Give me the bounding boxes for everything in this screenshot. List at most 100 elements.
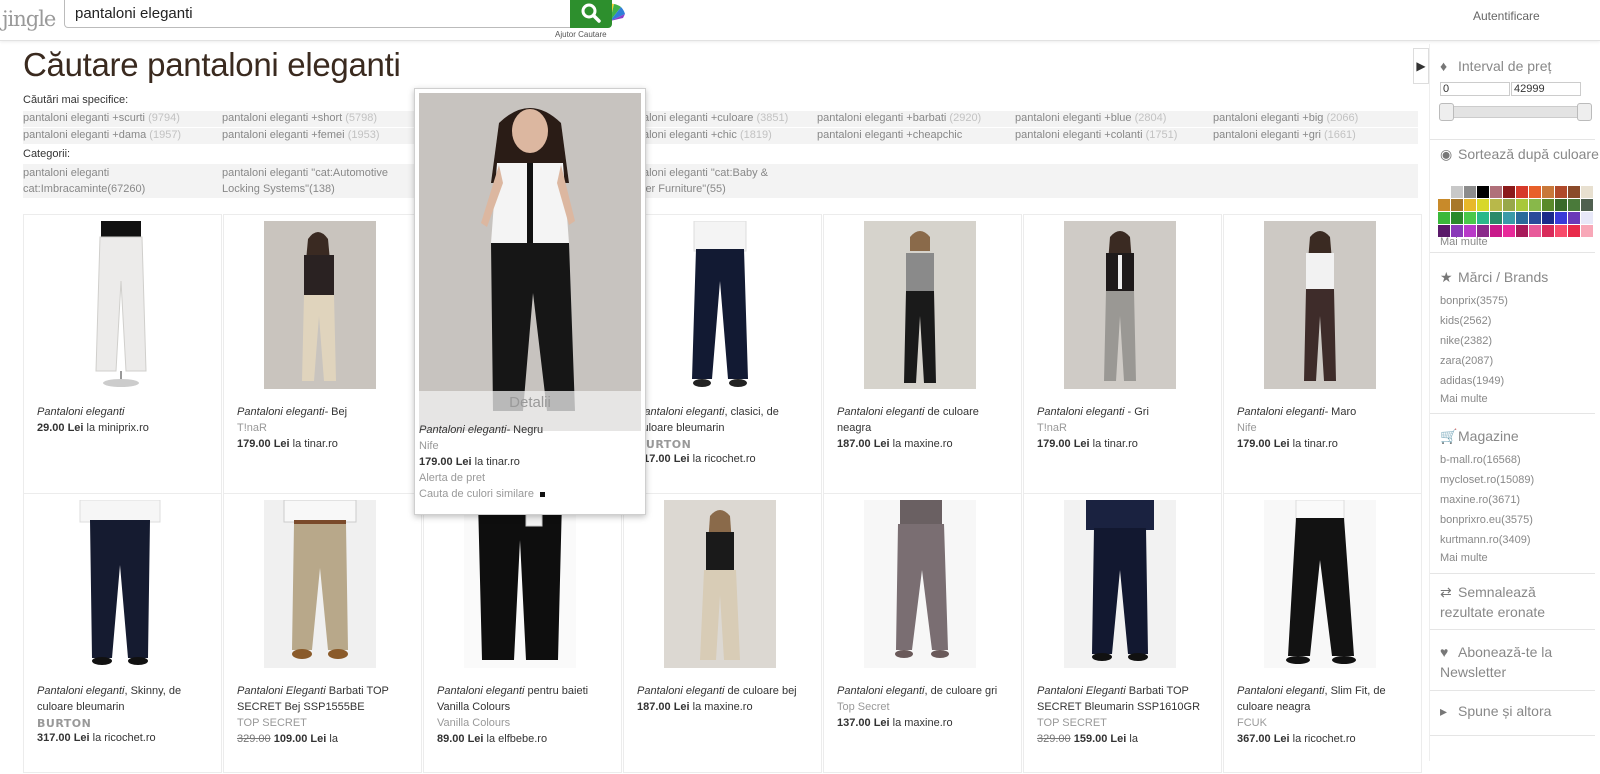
color-swatch[interactable] <box>1503 225 1515 237</box>
product-card[interactable]: Pantaloni eleganti pentru baieti Vanilla… <box>423 493 622 773</box>
shop-link[interactable]: b-mall.ro(16568) <box>1440 454 1521 466</box>
product-image[interactable] <box>1064 221 1176 389</box>
product-title[interactable]: Pantaloni eleganti, Slim Fit, de culoare… <box>1237 683 1412 715</box>
report-errors-link[interactable]: ⇄ Semnalează rezultate eronate <box>1440 582 1590 622</box>
shop-link[interactable]: kurtmann.ro(3409) <box>1440 534 1531 546</box>
color-swatch[interactable] <box>1581 225 1593 237</box>
color-swatch[interactable] <box>1503 212 1515 224</box>
color-swatch[interactable] <box>1542 186 1554 198</box>
color-swatch[interactable] <box>1568 212 1580 224</box>
product-title[interactable]: Pantaloni eleganti - Gri <box>1037 404 1212 420</box>
color-swatch[interactable] <box>1490 186 1502 198</box>
suggestion-link[interactable]: aloni eleganti +chic (1819) <box>643 129 772 141</box>
color-swatch[interactable] <box>1490 199 1502 211</box>
price-alert-link[interactable]: Alerta de pret <box>419 472 485 484</box>
product-title[interactable]: Pantaloni eleganti de culoare neagra <box>837 404 1012 436</box>
shop-link[interactable]: bonprixro.eu(3575) <box>1440 514 1533 526</box>
product-preview-popup[interactable]: Detalii Pantaloni eleganti- Negru Nife 1… <box>414 88 646 515</box>
color-swatch[interactable] <box>1555 199 1567 211</box>
color-swatch[interactable] <box>1477 199 1489 211</box>
color-swatch[interactable] <box>1542 225 1554 237</box>
product-image[interactable] <box>864 221 976 389</box>
color-swatch[interactable] <box>1503 199 1515 211</box>
suggestion-link[interactable]: pantaloni eleganti +scurti (9794) <box>23 112 180 124</box>
product-title[interactable]: Pantaloni Eleganti Barbati TOP SECRET Bl… <box>1037 683 1212 715</box>
search-input[interactable] <box>73 2 507 24</box>
color-swatch[interactable] <box>1516 212 1528 224</box>
suggestion-link[interactable]: pantaloni eleganti +femei (1953) <box>222 129 379 141</box>
product-image[interactable] <box>864 500 976 668</box>
color-swatch[interactable] <box>1464 212 1476 224</box>
suggestion-link[interactable]: pantaloni eleganti +cheapchic <box>817 129 962 141</box>
product-title[interactable]: Pantaloni eleganti- Maro <box>1237 404 1412 420</box>
suggestion-link[interactable]: pantaloni eleganti +big (2066) <box>1213 112 1358 124</box>
colors-more-link[interactable]: Mai multe <box>1440 236 1488 248</box>
product-card[interactable]: Pantaloni eleganti de culoare neagra 187… <box>823 214 1022 494</box>
brand-link[interactable]: nike(2382) <box>1440 335 1492 347</box>
color-swatch[interactable] <box>1477 212 1489 224</box>
product-card[interactable]: Pantaloni eleganti, clasici, de culoare … <box>623 214 822 494</box>
product-card[interactable]: Pantaloni eleganti, de culoare gri Top S… <box>823 493 1022 773</box>
product-image[interactable] <box>64 221 176 389</box>
price-min-input[interactable] <box>1440 82 1510 96</box>
color-swatch[interactable] <box>1542 199 1554 211</box>
color-swatch[interactable] <box>1451 186 1463 198</box>
category-link[interactable]: aloni eleganti "cat:Baby & ler Furniture"… <box>643 165 823 197</box>
brands-more-link[interactable]: Mai multe <box>1440 393 1488 405</box>
color-swatch[interactable] <box>1516 186 1528 198</box>
product-title[interactable]: Pantaloni eleganti <box>37 404 212 420</box>
color-swatch[interactable] <box>1451 212 1463 224</box>
similar-colors-link[interactable]: Cauta de culori similare <box>419 488 545 500</box>
color-swatch[interactable] <box>1529 186 1541 198</box>
color-swatch[interactable] <box>1516 199 1528 211</box>
product-title[interactable]: Pantaloni eleganti, de culoare gri <box>837 683 1012 699</box>
price-max-input[interactable] <box>1511 82 1581 96</box>
color-swatch[interactable] <box>1490 212 1502 224</box>
product-card[interactable]: Pantaloni eleganti- Maro Nife 179.00 Lei… <box>1223 214 1422 494</box>
product-card[interactable]: Pantaloni eleganti de culoare bej 187.00… <box>623 493 822 773</box>
product-card[interactable]: Pantaloni eleganti, Slim Fit, de culoare… <box>1223 493 1422 773</box>
color-swatch[interactable] <box>1581 199 1593 211</box>
color-swatch[interactable] <box>1529 212 1541 224</box>
shop-link[interactable]: mycloset.ro(15089) <box>1440 474 1534 486</box>
jingle-logo[interactable]: jingle <box>2 2 60 36</box>
color-swatch[interactable] <box>1555 225 1567 237</box>
product-card[interactable]: Pantaloni eleganti, Skinny, de culoare b… <box>23 493 222 773</box>
search-help-link[interactable]: Ajutor Cautare <box>555 30 607 39</box>
product-title[interactable]: Pantaloni eleganti de culoare bej <box>637 683 812 699</box>
product-image[interactable] <box>664 500 776 668</box>
suggestion-link[interactable]: pantaloni eleganti +colanti (1751) <box>1015 129 1177 141</box>
color-swatch[interactable] <box>1503 186 1515 198</box>
color-swatch[interactable] <box>1529 225 1541 237</box>
product-title[interactable]: Pantaloni eleganti- Bej <box>237 404 412 420</box>
product-image[interactable] <box>464 500 576 668</box>
product-card[interactable]: Pantaloni Eleganti Barbati TOP SECRET Be… <box>223 493 422 773</box>
brand-link[interactable]: bonprix(3575) <box>1440 295 1508 307</box>
product-title[interactable]: Pantaloni eleganti, clasici, de culoare … <box>637 404 812 436</box>
color-swatch[interactable] <box>1555 186 1567 198</box>
color-swatch[interactable] <box>1477 186 1489 198</box>
price-slider[interactable] <box>1439 103 1592 121</box>
product-image[interactable] <box>1064 500 1176 668</box>
share-link[interactable]: ▸ Spune și altora <box>1440 701 1551 721</box>
product-card[interactable]: Pantaloni eleganti 29.00 Lei la miniprix… <box>23 214 222 494</box>
product-image[interactable] <box>264 500 376 668</box>
color-swatch[interactable] <box>1555 212 1567 224</box>
suggestion-link[interactable]: pantaloni eleganti +blue (2804) <box>1015 112 1166 124</box>
suggestion-link[interactable]: pantaloni eleganti +gri (1661) <box>1213 129 1356 141</box>
color-swatch[interactable] <box>1464 199 1476 211</box>
shops-more-link[interactable]: Mai multe <box>1440 552 1488 564</box>
color-swatch[interactable] <box>1581 186 1593 198</box>
shop-link[interactable]: maxine.ro(3671) <box>1440 494 1520 506</box>
color-swatch[interactable] <box>1581 212 1593 224</box>
product-title[interactable]: Pantaloni Eleganti Barbati TOP SECRET Be… <box>237 683 412 715</box>
product-card[interactable]: Pantaloni eleganti - Gri T!naR 179.00 Le… <box>1023 214 1222 494</box>
login-link[interactable]: Autentificare <box>1473 9 1540 23</box>
color-swatch[interactable] <box>1529 199 1541 211</box>
popup-title[interactable]: Pantaloni eleganti- Negru <box>419 424 543 436</box>
brand-link[interactable]: adidas(1949) <box>1440 375 1504 387</box>
suggestion-link[interactable]: pantaloni eleganti +short (5798) <box>222 112 377 124</box>
product-image[interactable] <box>1264 500 1376 668</box>
color-swatch[interactable] <box>1451 199 1463 211</box>
color-swatch[interactable] <box>1568 199 1580 211</box>
